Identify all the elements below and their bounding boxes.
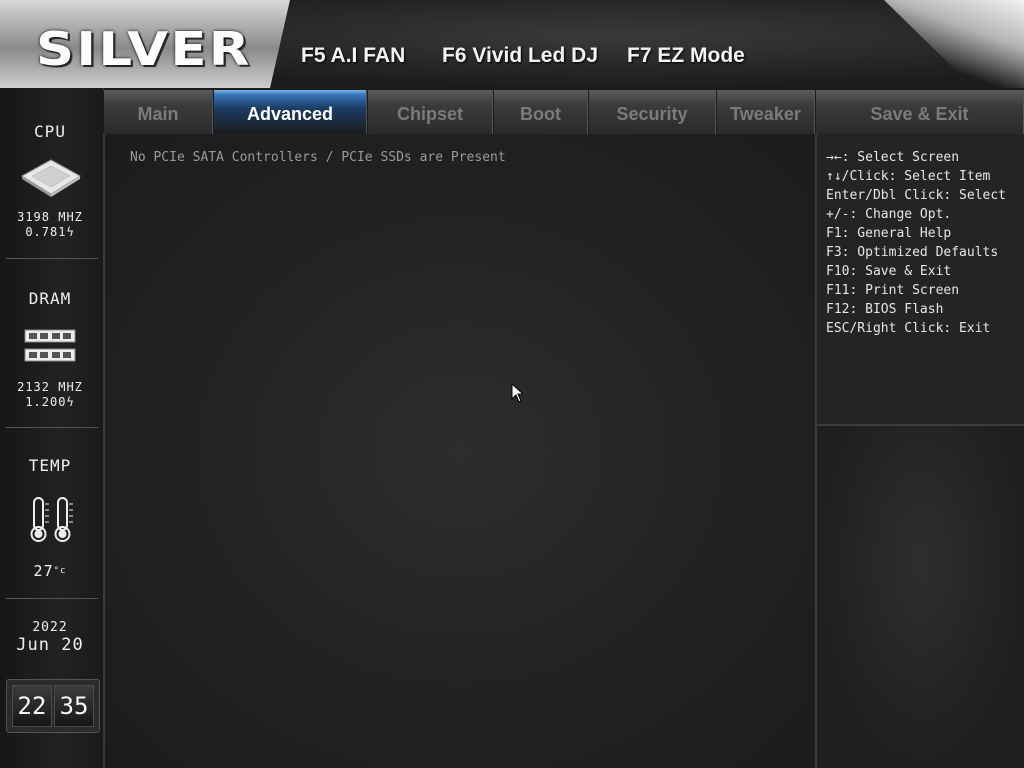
dram-frequency: 2132 MHZ — [17, 380, 83, 394]
top-header: SILVER F5 A.I FAN F6 Vivid Led DJ F7 EZ … — [0, 0, 1024, 88]
help-save-exit: F10: Save & Exit — [826, 264, 952, 279]
item-description-section — [817, 426, 1024, 768]
help-select: Enter/Dbl Click: Select — [826, 188, 1007, 203]
no-controllers-message: No PCIe SATA Controllers / PCIe SSDs are… — [130, 150, 506, 165]
temp-unit: °c — [53, 566, 67, 576]
sidebar-divider — [6, 427, 98, 428]
ez-mode-button[interactable]: F7 EZ Mode — [627, 44, 745, 68]
tab-boot[interactable]: Boot — [493, 90, 588, 134]
tab-save-exit[interactable]: Save & Exit — [815, 90, 1024, 134]
clock-minute: 35 — [54, 685, 94, 727]
help-panel: →←: Select Screen ↑↓/Click: Select Item … — [815, 134, 1024, 768]
help-change-opt: +/-: Change Opt. — [826, 207, 952, 222]
temp-label: TEMP — [28, 456, 72, 475]
cpu-chip-icon — [21, 159, 81, 197]
header-silver-corner — [884, 0, 1024, 88]
dram-label: DRAM — [28, 289, 72, 308]
temp-value: 27 — [33, 562, 54, 580]
help-bios-flash: F12: BIOS Flash — [826, 302, 944, 317]
silver-logo: SILVER — [36, 22, 252, 76]
key-help-list: →←: Select Screen ↑↓/Click: Select Item … — [826, 148, 1006, 338]
sidebar-divider — [6, 258, 98, 259]
tab-advanced[interactable]: Advanced — [213, 90, 367, 134]
clock-hour: 22 — [12, 685, 52, 727]
status-sidebar: CPU 3198 MHZ 0.781ϟ DRAM 2132 MHZ 1.200ϟ… — [0, 88, 104, 768]
cpu-label: CPU — [34, 122, 66, 141]
tab-bar: Main Advanced Chipset Boot Security Twea… — [103, 90, 1024, 134]
help-select-item: ↑↓/Click: Select Item — [826, 169, 991, 184]
help-exit: ESC/Right Click: Exit — [826, 321, 991, 336]
help-select-screen: →←: Select Screen — [826, 150, 960, 165]
help-optimized-defaults: F3: Optimized Defaults — [826, 245, 999, 260]
tab-chipset[interactable]: Chipset — [367, 90, 493, 134]
date-month: Jun — [16, 635, 50, 655]
sidebar-divider — [6, 598, 98, 599]
clock-widget: 22 35 — [6, 679, 100, 733]
key-help-section: →←: Select Screen ↑↓/Click: Select Item … — [817, 134, 1024, 426]
help-print-screen: F11: Print Screen — [826, 283, 960, 298]
tab-security[interactable]: Security — [588, 90, 716, 134]
volt-bolt-icon: ϟ — [66, 225, 75, 239]
cpu-frequency: 3198 MHZ — [17, 210, 83, 224]
mouse-cursor-icon — [511, 383, 523, 403]
dram-voltage: 1.200 — [25, 395, 67, 409]
main-content-panel: No PCIe SATA Controllers / PCIe SSDs are… — [104, 134, 815, 768]
cpu-voltage: 0.781 — [25, 225, 67, 239]
help-general-help: F1: General Help — [826, 226, 952, 241]
dram-module-icon — [24, 329, 76, 362]
thermometer-icon — [30, 497, 73, 542]
volt-bolt-icon: ϟ — [66, 395, 75, 409]
cpu-voltage-row: 0.781ϟ — [0, 225, 100, 240]
date-day: 20 — [61, 635, 84, 655]
ai-fan-button[interactable]: F5 A.I FAN — [301, 44, 405, 68]
vivid-led-dj-button[interactable]: F6 Vivid Led DJ — [442, 44, 598, 68]
temp-value-row: 27°c — [0, 564, 100, 579]
dram-voltage-row: 1.200ϟ — [0, 395, 100, 410]
tab-main[interactable]: Main — [103, 90, 213, 134]
date-year: 2022 — [32, 620, 68, 635]
tab-tweaker[interactable]: Tweaker — [716, 90, 815, 134]
date-month-day: Jun 20 — [0, 636, 100, 654]
